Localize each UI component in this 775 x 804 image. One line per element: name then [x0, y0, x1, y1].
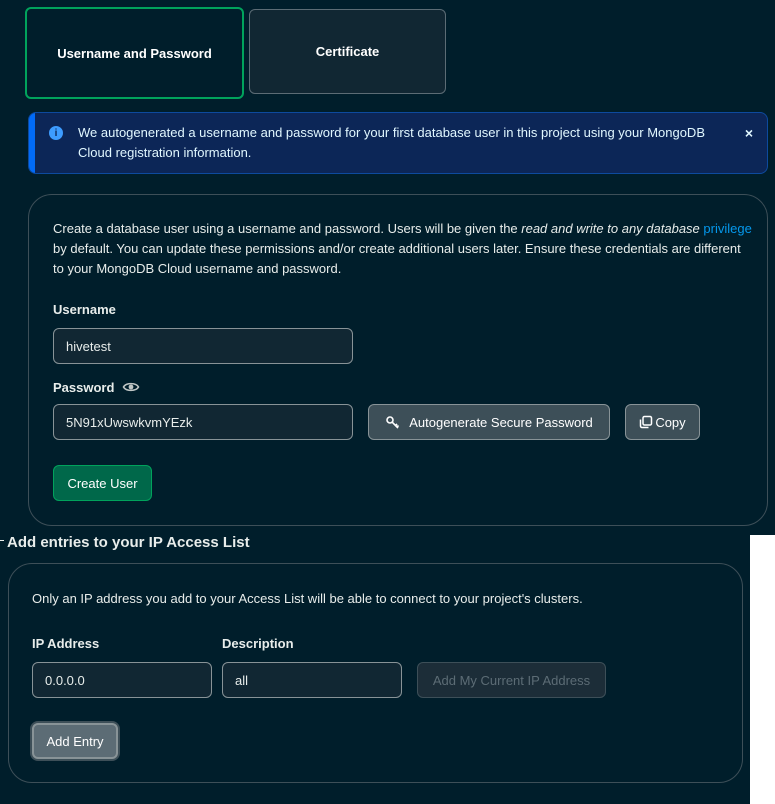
add-current-ip-label: Add My Current IP Address — [432, 672, 591, 688]
page-edge — [750, 535, 775, 804]
info-icon: i — [49, 126, 63, 140]
copy-password-button[interactable]: Copy — [625, 404, 700, 440]
username-label: Username — [53, 302, 116, 317]
password-input[interactable] — [53, 404, 353, 440]
add-entry-label: Add Entry — [46, 733, 104, 749]
create-user-button[interactable]: Create User — [53, 465, 152, 501]
add-current-ip-button[interactable]: Add My Current IP Address — [417, 662, 606, 698]
ip-access-title: Add entries to your IP Access List — [7, 534, 250, 551]
info-banner: i We autogenerated a username and passwo… — [28, 112, 768, 174]
autogenerate-label: Autogenerate Secure Password — [409, 414, 593, 430]
key-icon — [385, 414, 401, 430]
ip-address-label: IP Address — [32, 636, 100, 651]
auth-method-label: Certificate — [315, 44, 380, 59]
create-user-label: Create User — [67, 475, 138, 491]
auth-method-certificate[interactable]: Certificate — [249, 9, 446, 94]
privilege-link[interactable]: privilege — [703, 221, 751, 236]
auth-method-username-password[interactable]: Username and Password — [25, 7, 244, 99]
copy-icon — [639, 415, 653, 429]
banner-text: We autogenerated a username and password… — [78, 125, 705, 160]
database-user-description: Create a database user using a username … — [53, 221, 752, 276]
add-entry-button[interactable]: Add Entry — [32, 723, 118, 759]
ip-access-description: Only an IP address you add to your Acces… — [32, 591, 583, 606]
close-icon[interactable]: × — [745, 125, 753, 141]
description-input[interactable] — [222, 662, 402, 698]
auth-method-label: Username and Password — [57, 45, 212, 61]
description-label: Description — [222, 636, 294, 651]
username-input[interactable] — [53, 328, 353, 364]
ip-address-input[interactable] — [32, 662, 212, 698]
copy-label: Copy — [655, 414, 686, 430]
autogenerate-password-button[interactable]: Autogenerate Secure Password — [368, 404, 610, 440]
eye-icon[interactable] — [122, 378, 140, 396]
password-label: Password — [53, 380, 115, 395]
title-marker — [0, 540, 4, 541]
